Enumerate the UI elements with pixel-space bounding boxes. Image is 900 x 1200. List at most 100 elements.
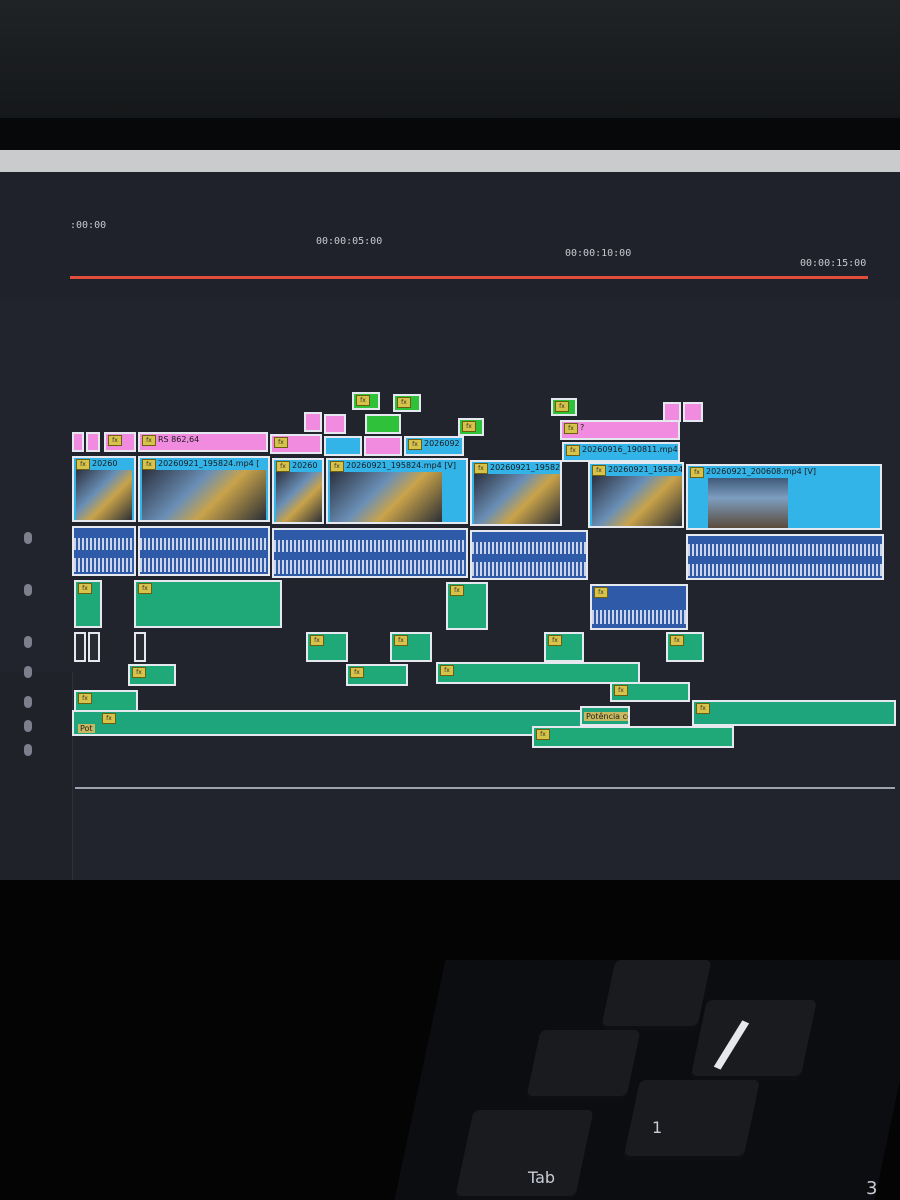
fx-icon: fx [566,445,580,456]
audio-clip[interactable]: fx [446,582,488,630]
fx-icon: fx [690,467,704,478]
title-clip[interactable]: fx [458,418,484,436]
audio-clip[interactable]: fx [346,664,408,686]
audio-clip[interactable]: fx [544,632,584,662]
title-clip[interactable] [72,432,84,452]
tab-key-label: Tab [528,1168,556,1187]
clip-label: RS 862,64 [158,435,200,444]
waveform [472,562,586,576]
fx-icon: fx [132,667,146,678]
audio-clip[interactable]: fx [666,632,704,662]
audio-clip[interactable] [134,632,146,662]
audio-clip[interactable]: fx [128,664,176,686]
timeline-ruler[interactable]: :00:00 00:00:05:00 00:00:10:00 00:00:15:… [0,172,900,300]
audio-clip[interactable]: fx [306,632,348,662]
title-clip[interactable] [304,412,322,432]
waveform [274,560,466,574]
video-clip[interactable]: fx 20260921_19582 [470,460,562,526]
audio-clip[interactable]: fx [74,580,102,628]
audio-clip[interactable]: fx [134,580,282,628]
video-clip[interactable]: fx 20260916_190811.mp4 [562,442,680,462]
video-clip[interactable]: fx 2026092 [404,436,464,456]
video-clip[interactable]: fx 20260921_195824 [588,462,684,528]
monitor-bezel [0,118,900,150]
mic-icon[interactable] [24,666,32,678]
music-clip[interactable]: fx [692,700,896,726]
timecode-0: :00:00 [70,220,107,231]
mic-icon[interactable] [24,636,32,648]
mic-icon[interactable] [24,532,32,544]
fx-icon: fx [440,665,454,676]
title-clip[interactable] [663,402,681,422]
track-headers [0,672,73,880]
audio-clip[interactable]: fx [436,662,640,684]
clip-label: ? [580,423,585,432]
fx-icon: fx [310,635,324,646]
video-clip[interactable] [324,436,362,456]
audio-clip[interactable]: fx [532,726,734,748]
title-clip[interactable] [324,414,346,434]
title-clip[interactable]: fx [270,434,322,454]
fx-icon: fx [474,463,488,474]
clip-thumbnail [474,474,560,524]
video-clip[interactable]: fx 20260 [72,456,136,522]
audio-clip[interactable] [272,528,468,578]
keyboard-key [525,1030,641,1100]
video-clip[interactable]: fx 20260921_195824.mp4 [V] [326,458,468,524]
window-top-bar [0,150,900,172]
music-clip[interactable]: Pot fx [72,710,602,736]
mic-icon[interactable] [24,584,32,596]
fx-icon: fx [548,635,562,646]
work-area-bar[interactable] [70,276,868,279]
key-3-label: 3 [866,1178,878,1199]
title-clip[interactable] [365,414,401,434]
timeline-scrollbar[interactable] [75,787,895,789]
mic-icon[interactable] [24,744,32,756]
music-clip[interactable]: Potência com [580,706,630,726]
waveform [688,564,882,576]
audio-clip[interactable] [686,534,884,580]
title-clip-price[interactable]: fx RS 862,64 [138,432,268,452]
fx-icon: fx [670,635,684,646]
clip-label: Pot [78,724,95,733]
audio-clip[interactable] [470,530,588,580]
timecode-5: 00:00:05:00 [316,236,383,247]
fx-icon: fx [108,435,122,446]
clip-label: 20260921_195824 [608,465,684,474]
monitor-screen: :00:00 00:00:05:00 00:00:10:00 00:00:15:… [0,150,900,880]
waveform [74,538,134,550]
title-clip[interactable] [683,402,703,422]
audio-clip[interactable]: fx [74,690,138,712]
keyboard [394,960,900,1200]
title-clip[interactable]: fx [352,392,380,410]
waveform [472,542,586,554]
audio-clip[interactable] [138,526,270,576]
mic-icon[interactable] [24,720,32,732]
clip-thumbnail [142,470,266,520]
clip-label: 20260916_190811.mp4 [582,445,678,454]
title-clip[interactable]: fx [393,394,421,412]
fx-icon: fx [450,585,464,596]
waveform [592,610,686,624]
audio-clip[interactable] [72,526,136,576]
audio-clip[interactable]: fx [390,632,432,662]
title-clip[interactable]: fx [104,432,136,452]
waveform [140,538,268,550]
video-clip[interactable]: fx 20260921_200608.mp4 [V] [686,464,882,530]
title-clip[interactable]: fx [551,398,577,416]
title-clip[interactable]: fx ? [560,420,680,440]
video-clip[interactable]: fx 20260921_195824.mp4 [ [138,456,270,522]
mic-icon[interactable] [24,696,32,708]
title-clip[interactable] [86,432,100,452]
video-clip[interactable]: fx 20260 [272,458,324,524]
audio-clip[interactable]: fx [590,584,688,630]
clip-label: 20260921_195824.mp4 [ [158,459,260,468]
clip-label: 20260921_195824.mp4 [V] [346,461,457,470]
audio-clip[interactable] [74,632,86,662]
fx-icon: fx [142,435,156,446]
waveform [688,544,882,556]
audio-clip[interactable]: fx [610,682,690,702]
keyboard-key [690,1000,818,1080]
title-clip[interactable] [364,436,402,456]
audio-clip[interactable] [88,632,100,662]
